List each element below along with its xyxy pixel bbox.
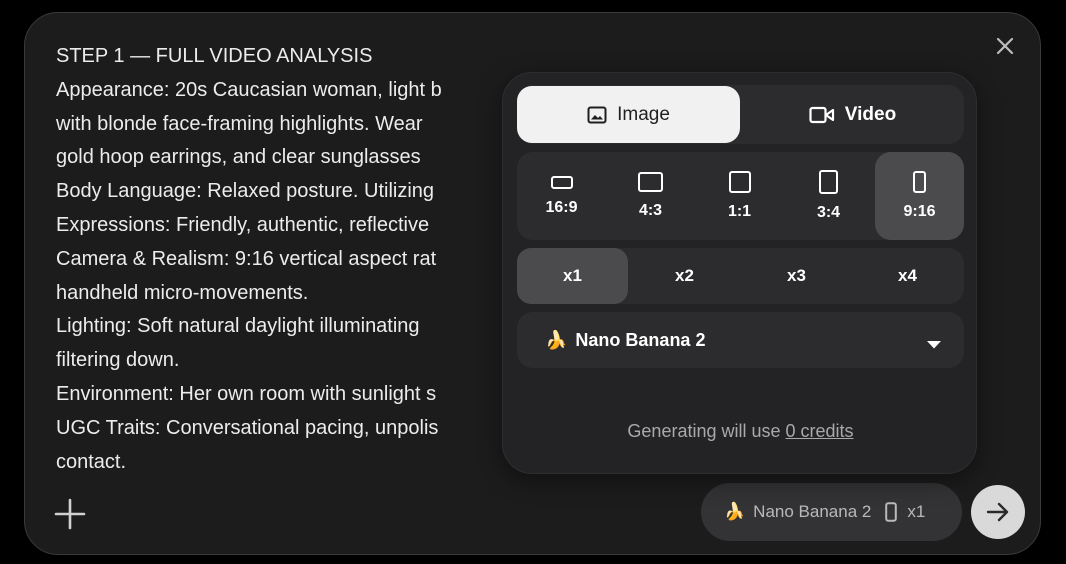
chip-count-label: x1: [907, 502, 926, 521]
close-icon: [996, 37, 1014, 55]
output-count-selector: x1 x2 x3 x4: [517, 248, 964, 304]
aspect-ratio-selector: 16:9 4:3 1:1 3:4 9:16: [517, 152, 964, 240]
settings-chip[interactable]: 🍌 Nano Banana 2 x1: [701, 483, 962, 541]
chip-model-label: Nano Banana 2: [753, 502, 872, 521]
prompt-line: UGC Traits: Conversational pacing, unpol…: [56, 416, 439, 439]
count-x4-button[interactable]: x4: [852, 248, 963, 304]
prompt-line: contact.: [56, 450, 127, 473]
prompt-line: gold hoop earrings, and clear sunglasses: [56, 146, 421, 169]
close-button[interactable]: [993, 34, 1017, 58]
prompt-line: STEP 1 — FULL VIDEO ANALYSIS: [56, 45, 373, 67]
prompt-line: Body Language: Relaxed posture. Utilizin…: [56, 180, 435, 203]
image-mode-button[interactable]: Image: [517, 86, 740, 143]
ratio-label: 3:4: [816, 204, 841, 221]
count-x2-button[interactable]: x2: [629, 248, 740, 304]
credits-info: Generating will use 0 credits: [503, 421, 978, 442]
model-name: Nano Banana 2: [575, 329, 706, 350]
square-ratio-icon: [728, 171, 751, 193]
ratio-label: 4:3: [638, 202, 663, 219]
portrait-ratio-icon: [913, 171, 926, 193]
video-camera-icon: [809, 106, 835, 124]
credits-prefix: Generating will use: [627, 421, 781, 441]
mode-toggle: Image Video: [517, 85, 964, 144]
portrait-ratio-icon: [885, 502, 898, 522]
portrait-ratio-icon: [819, 170, 838, 194]
video-mode-label: Video: [844, 103, 897, 125]
ratio-label: 16:9: [545, 198, 578, 216]
prompt-line: handheld micro-movements.: [56, 281, 309, 304]
prompt-line: Environment: Her own room with sunlight …: [56, 382, 437, 405]
ratio-1-1-button[interactable]: 1:1: [695, 152, 784, 240]
generation-settings-popover: Image Video 16:9 4:3 1:1 3:4 9:16 x1 x2 …: [502, 72, 977, 474]
prompt-line: Expressions: Friendly, authentic, reflec…: [56, 213, 430, 236]
ratio-label: 9:16: [903, 203, 936, 220]
ratio-9-16-button[interactable]: 9:16: [875, 152, 964, 240]
banana-icon: 🍌: [724, 502, 746, 521]
ratio-3-4-button[interactable]: 3:4: [784, 152, 873, 240]
video-mode-button[interactable]: Video: [741, 86, 964, 143]
image-icon: [587, 106, 607, 124]
credits-link[interactable]: 0 credits: [786, 421, 854, 441]
prompt-line: Camera & Realism: 9:16 vertical aspect r…: [56, 247, 437, 270]
arrow-right-icon: [986, 502, 1009, 522]
banana-icon: 🍌: [545, 329, 568, 350]
prompt-line: Lighting: Soft natural daylight illumina…: [56, 315, 420, 338]
landscape-ratio-icon: [550, 175, 573, 189]
prompt-line: with blonde face-framing highlights. Wea…: [56, 112, 423, 135]
ratio-16-9-button[interactable]: 16:9: [517, 152, 606, 240]
count-x3-button[interactable]: x3: [741, 248, 852, 304]
prompt-line: Appearance: 20s Caucasian woman, light b: [56, 78, 442, 101]
prompt-text[interactable]: STEP 1 — FULL VIDEO ANALYSIS Appearance:…: [56, 40, 516, 480]
model-dropdown[interactable]: 🍌 Nano Banana 2: [517, 312, 964, 368]
add-attachment-button[interactable]: [52, 496, 88, 532]
prompt-line: filtering down.: [56, 349, 180, 372]
count-x1-button[interactable]: x1: [517, 248, 628, 304]
ratio-4-3-button[interactable]: 4:3: [606, 152, 695, 240]
caret-down-icon: [926, 334, 942, 355]
landscape-ratio-icon: [638, 172, 663, 192]
ratio-label: 1:1: [727, 203, 752, 220]
send-button[interactable]: [971, 485, 1025, 539]
image-mode-label: Image: [617, 103, 670, 125]
plus-icon: [54, 498, 86, 530]
